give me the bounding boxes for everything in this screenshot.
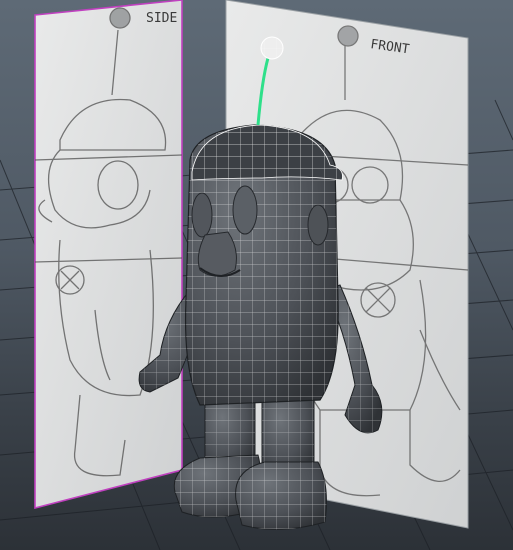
shoes-mesh[interactable]: [173, 454, 327, 530]
side-plane-label: SIDE: [146, 11, 177, 26]
scene-canvas[interactable]: FRONT SIDE: [0, 0, 513, 550]
side-image-plane[interactable]: SIDE: [34, 0, 183, 510]
3d-viewport[interactable]: FRONT SIDE: [0, 0, 513, 550]
